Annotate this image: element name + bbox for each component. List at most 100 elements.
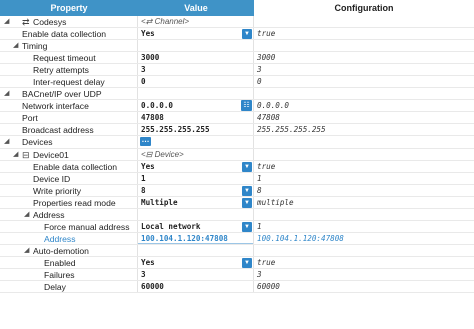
property-cell: ◢ Auto-demotion — [0, 244, 138, 256]
property-label: Address — [33, 209, 65, 220]
property-cell: Force manual address — [0, 220, 138, 232]
property-value[interactable]: Yes — [141, 257, 155, 268]
property-value[interactable]: 60000 — [141, 281, 164, 292]
property-cell: Write priority — [0, 184, 138, 196]
property-value[interactable]: 3000 — [141, 52, 159, 63]
property-label: Network interface — [22, 101, 89, 112]
collapse-toggle-icon[interactable]: ◢ — [13, 40, 18, 51]
property-label: BACnet/IP over UDP — [22, 89, 102, 100]
property-label: Device ID — [33, 173, 71, 184]
property-value[interactable]: Yes — [141, 161, 155, 172]
property-value[interactable]: 255.255.255.255 — [141, 124, 210, 135]
value-cell[interactable]: 3 — [138, 268, 254, 281]
value-cell[interactable]: Yes ▼ — [138, 28, 254, 40]
property-value[interactable]: 3 — [141, 64, 146, 75]
property-row[interactable]: ◢ ⇄ Codesys <⇄ Channel> — [0, 16, 474, 29]
value-cell[interactable]: <⊟ Device> — [138, 148, 254, 160]
property-row[interactable]: Delay 60000 60000 — [0, 281, 474, 294]
property-row[interactable]: Request timeout 3000 3000 — [0, 52, 474, 65]
value-cell[interactable]: 1 — [138, 172, 254, 184]
property-label: Retry attempts — [33, 65, 89, 76]
more-options-button[interactable]: … — [140, 136, 151, 147]
property-row[interactable]: Force manual address Local network ▼ 1 — [0, 220, 474, 233]
collapse-toggle-icon[interactable]: ◢ — [13, 149, 18, 160]
property-row[interactable]: Failures 3 3 — [0, 268, 474, 282]
value-cell[interactable]: 100.104.1.120:47808 — [138, 232, 254, 244]
property-row[interactable]: Port 47808 47808 — [0, 112, 474, 125]
network-picker-icon[interactable]: ☷ — [241, 100, 252, 112]
property-row[interactable]: ◢ ⊟ Device01 <⊟ Device> — [0, 148, 474, 161]
collapse-toggle-icon[interactable]: ◢ — [24, 245, 29, 256]
collapse-toggle-icon[interactable]: ◢ — [4, 136, 9, 147]
property-row[interactable]: ◢ BACnet/IP over UDP — [0, 88, 474, 101]
dropdown-arrow-icon[interactable]: ▼ — [242, 197, 252, 208]
property-cell: Broadcast address — [0, 124, 138, 136]
value-cell[interactable]: … — [138, 136, 254, 148]
property-row[interactable]: ◢ Auto-demotion — [0, 244, 474, 257]
property-row[interactable]: Inter-request delay 0 0 — [0, 76, 474, 89]
value-cell[interactable]: 0.0.0.0 ☷ — [138, 100, 254, 112]
property-row[interactable]: Device ID 1 1 — [0, 172, 474, 185]
property-row[interactable]: Properties read mode Multiple ▼ multiple — [0, 196, 474, 209]
property-column-header[interactable]: Property — [0, 0, 139, 16]
configuration-value: 8 — [257, 185, 262, 195]
property-row[interactable]: Write priority 8 ▼ 8 — [0, 184, 474, 197]
property-row[interactable]: Broadcast address 255.255.255.255 255.255.… — [0, 124, 474, 137]
value-cell[interactable]: 0 — [138, 76, 254, 88]
property-value[interactable]: 8 — [141, 185, 146, 196]
value-cell[interactable]: 8 ▼ — [138, 184, 254, 196]
property-value[interactable]: <⊟ Device> — [141, 149, 184, 160]
value-cell[interactable]: 255.255.255.255 — [138, 124, 254, 136]
property-row[interactable]: Enabled Yes ▼ true — [0, 256, 474, 269]
dropdown-arrow-icon[interactable]: ▼ — [242, 185, 252, 196]
property-row[interactable]: Address 100.104.1.120:47808 100.104.1.120:… — [0, 232, 474, 245]
value-cell[interactable]: <⇄ Channel> — [138, 16, 254, 28]
value-cell[interactable]: 3000 — [138, 52, 254, 64]
property-row[interactable]: Enable data collection Yes ▼ true — [0, 28, 474, 41]
property-row[interactable]: ◢ Devices… — [0, 136, 474, 149]
value-cell[interactable]: 47808 — [138, 112, 254, 124]
collapse-toggle-icon[interactable]: ◢ — [24, 209, 29, 220]
value-cell[interactable]: Local network ▼ — [138, 220, 254, 232]
property-row[interactable]: ◢ Timing — [0, 40, 474, 53]
property-label: Timing — [22, 41, 48, 52]
dropdown-arrow-icon[interactable]: ▼ — [242, 29, 252, 40]
property-row[interactable]: Enable data collection Yes ▼ true — [0, 160, 474, 173]
value-column-header[interactable]: Value — [138, 0, 254, 16]
value-cell[interactable]: Multiple ▼ — [138, 196, 254, 208]
property-value[interactable]: 47808 — [141, 112, 164, 123]
property-value[interactable]: 0.0.0.0 — [141, 100, 173, 111]
property-value[interactable]: 1 — [141, 173, 146, 184]
configuration-cell: 1 — [254, 221, 474, 232]
property-label: Codesys — [33, 17, 67, 27]
dropdown-arrow-icon[interactable]: ▼ — [242, 257, 252, 268]
value-cell[interactable]: Yes ▼ — [138, 256, 254, 268]
configuration-column-header: Configuration — [254, 0, 474, 16]
property-value[interactable]: Yes — [141, 28, 155, 39]
property-cell: ◢ Devices — [0, 136, 138, 148]
collapse-toggle-icon[interactable]: ◢ — [4, 88, 9, 99]
value-cell[interactable]: 3 — [138, 64, 254, 76]
property-label: Port — [22, 113, 38, 124]
property-row[interactable]: ◢ Address — [0, 208, 474, 221]
value-cell[interactable]: Yes ▼ — [138, 160, 254, 172]
property-value[interactable]: <⇄ Channel> — [141, 16, 189, 27]
property-value[interactable]: Multiple — [141, 197, 178, 208]
collapse-toggle-icon[interactable]: ◢ — [4, 16, 9, 27]
value-cell[interactable]: 60000 — [138, 281, 254, 293]
property-row[interactable]: Retry attempts 3 3 — [0, 64, 474, 77]
property-cell: Enable data collection — [0, 28, 138, 40]
property-label: Write priority — [33, 185, 82, 196]
configuration-cell: 8 — [254, 185, 474, 196]
configuration-value: true — [257, 161, 276, 171]
property-cell: Retry attempts — [0, 64, 138, 76]
property-label: Enable data collection — [33, 161, 118, 172]
dropdown-arrow-icon[interactable]: ▼ — [242, 161, 252, 172]
property-value[interactable]: 3 — [141, 269, 146, 280]
property-cell: Enable data collection — [0, 160, 138, 172]
dropdown-arrow-icon[interactable]: ▼ — [242, 221, 252, 232]
configuration-value: 60000 — [257, 282, 280, 292]
property-value[interactable]: Local network — [141, 221, 200, 232]
property-value[interactable]: 0 — [141, 76, 146, 87]
property-row[interactable]: Network interface 0.0.0.0 ☷ 0.0.0.0 — [0, 100, 474, 113]
